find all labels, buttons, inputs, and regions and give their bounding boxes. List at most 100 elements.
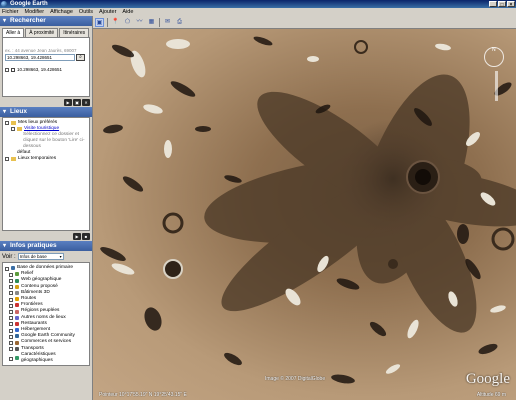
places-tour-button[interactable]: ■ <box>82 233 90 240</box>
menu-help[interactable]: Aide <box>122 8 133 16</box>
checkbox[interactable] <box>9 316 13 321</box>
featured-content-icon <box>15 284 19 289</box>
search-pane: ex. : 44 avenue Jean Jaurès, 69007 10.29… <box>2 37 90 97</box>
sidebar-toggle-icon[interactable]: ▣ <box>95 17 104 27</box>
checkbox[interactable] <box>5 157 9 161</box>
checkbox[interactable] <box>9 297 13 302</box>
search-result-label: 10.298663, 19.428651 <box>17 67 63 72</box>
checkbox[interactable] <box>9 279 13 283</box>
toolbar-separator <box>159 17 160 27</box>
lodging-icon <box>15 328 19 333</box>
checkbox[interactable] <box>9 334 13 339</box>
geoweb-icon <box>15 278 19 283</box>
tab-nearby[interactable]: À proximité <box>25 28 59 37</box>
maximize-button[interactable]: □ <box>498 1 506 8</box>
map-toolbar: ▣ 📍 ⬠ 〰 ▦ ✉ ⎙ <box>93 16 516 29</box>
checkbox[interactable] <box>11 127 15 131</box>
google-logo: Google <box>465 371 510 387</box>
path-icon[interactable]: 〰 <box>135 18 144 27</box>
layer-item[interactable]: Caractéristiques géographiques <box>5 352 87 364</box>
borders-icon <box>15 303 19 308</box>
magnifier-icon: ⌕ <box>79 54 82 60</box>
checkbox[interactable] <box>9 310 13 315</box>
imagery-copyright: Image © 2007 DigitalGlobe <box>265 376 326 382</box>
checkbox[interactable] <box>9 322 13 327</box>
search-button[interactable]: ⌕ <box>76 54 85 61</box>
checkbox[interactable] <box>9 272 13 277</box>
email-icon[interactable]: ✉ <box>163 18 172 27</box>
checkbox[interactable] <box>9 341 13 346</box>
checkbox[interactable] <box>5 266 9 271</box>
layers-tree: Base de données primaire Relief Web géog… <box>2 262 90 366</box>
menu-add[interactable]: Ajouter <box>99 8 116 16</box>
search-result-item[interactable]: 10.298663, 19.428651 <box>5 67 87 72</box>
folder-icon <box>17 127 22 131</box>
play-tour-button[interactable]: ▶ <box>64 99 72 106</box>
polygon-icon[interactable]: ⬠ <box>123 18 132 27</box>
zoom-slider[interactable] <box>495 71 498 101</box>
search-tabs: Aller à À proximité Itinéraires <box>0 26 92 37</box>
window-title: Google Earth <box>10 1 48 7</box>
transport-icon <box>15 346 19 351</box>
checkbox[interactable] <box>9 303 13 308</box>
tab-directions[interactable]: Itinéraires <box>59 28 90 37</box>
layers-view-label: Voir : <box>2 253 16 260</box>
tree-item-note: Sélectionnez ce dossier et cliquez sur l… <box>23 132 85 149</box>
menu-view[interactable]: Affichage <box>50 8 73 16</box>
result-checkbox[interactable] <box>5 68 9 72</box>
checkbox[interactable] <box>9 328 13 333</box>
toolbar-separator <box>107 17 108 27</box>
checkbox[interactable] <box>9 291 13 296</box>
geographic-features-icon <box>15 356 19 361</box>
delete-results-button[interactable]: ✕ <box>82 99 90 106</box>
search-panel-header[interactable]: Rechercher <box>0 16 92 26</box>
search-input[interactable]: 10.298663, 19.428651 <box>5 54 75 61</box>
buildings-icon <box>15 290 19 295</box>
satellite-imagery <box>100 36 516 384</box>
folder-icon <box>11 157 16 161</box>
sidebar: Rechercher Aller à À proximité Itinérair… <box>0 16 93 400</box>
title-bar: Google Earth _ □ × <box>0 0 516 8</box>
placemark-result-icon <box>11 67 15 72</box>
eye-altitude: Altitude 69 m <box>476 392 506 398</box>
places-controls: ▶ ■ <box>0 231 92 241</box>
checkbox[interactable] <box>9 285 13 290</box>
menu-edit[interactable]: Modifier <box>25 8 45 16</box>
layers-view-row: Voir : Infos de base <box>2 253 90 260</box>
placemark-icon[interactable]: 📍 <box>111 18 120 27</box>
places-panel-header[interactable]: Lieux <box>0 107 92 117</box>
restaurant-icon <box>15 321 19 326</box>
globe-icon <box>11 266 15 271</box>
search-controls: ▶ ▣ ✕ <box>0 97 92 107</box>
layers-panel-header[interactable]: Infos pratiques <box>0 241 92 251</box>
copy-to-places-button[interactable]: ▣ <box>73 99 81 106</box>
tree-item-label: Lieux temporaires <box>18 156 57 161</box>
menu-tools[interactable]: Outils <box>79 8 93 16</box>
google-earth-app-icon <box>1 1 7 7</box>
search-hint: ex. : 44 avenue Jean Jaurès, 69007 <box>5 48 77 53</box>
earth-3d-view[interactable]: Image © 2007 DigitalGlobe Google Pointeu… <box>93 29 516 400</box>
places-play-button[interactable]: ▶ <box>73 233 81 240</box>
checkbox[interactable] <box>5 121 9 125</box>
community-icon <box>15 334 19 339</box>
menu-bar: Fichier Modifier Affichage Outils Ajoute… <box>0 8 516 16</box>
checkbox[interactable] <box>9 347 13 352</box>
minimize-button[interactable]: _ <box>489 1 497 8</box>
pointer-coordinates: Pointeur 10°17'55.19" N 19°25'43.15" E <box>99 392 187 398</box>
folder-icon <box>11 121 16 125</box>
shopping-icon <box>15 340 19 345</box>
layers-view-select[interactable]: Infos de base <box>17 253 64 260</box>
tree-item-temporary-places[interactable]: Lieux temporaires <box>5 156 87 162</box>
compass-icon[interactable] <box>484 47 504 67</box>
terrain-icon <box>15 272 19 277</box>
place-names-icon <box>15 315 19 320</box>
places-tree: Mes lieux préférés Visite touristique Sé… <box>2 117 90 231</box>
checkbox[interactable] <box>9 356 13 361</box>
roads-icon <box>15 297 19 302</box>
print-icon[interactable]: ⎙ <box>175 18 184 27</box>
tab-fly-to[interactable]: Aller à <box>2 28 25 37</box>
close-button[interactable]: × <box>507 1 515 8</box>
menu-file[interactable]: Fichier <box>2 8 19 16</box>
populated-places-icon <box>15 309 19 314</box>
overlay-icon[interactable]: ▦ <box>147 18 156 27</box>
